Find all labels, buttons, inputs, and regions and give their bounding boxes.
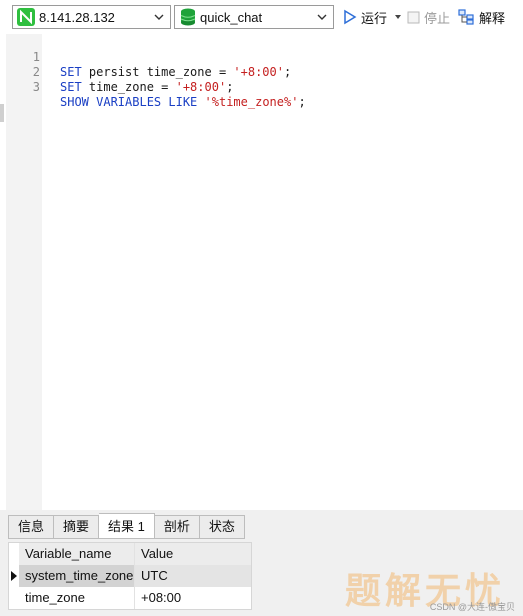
stop-button[interactable]: 停止: [407, 7, 450, 27]
result-grid: Variable_name Value system_time_zone UTC…: [8, 542, 252, 610]
explain-label: 解释: [479, 10, 506, 26]
chevron-down-icon: [154, 14, 164, 20]
tab-summary[interactable]: 摘要: [54, 515, 100, 539]
caret-down-icon[interactable]: [393, 12, 403, 22]
row-header[interactable]: [9, 564, 19, 587]
sql-editor[interactable]: 1 SET persist time_zone = '+8:00'; 2 SET…: [6, 34, 523, 510]
stop-label: 停止: [424, 10, 451, 26]
table-header: Variable_name Value: [9, 542, 251, 565]
row-header: [9, 542, 19, 565]
code-line: 2 SET time_zone = '+8:00';: [6, 50, 234, 94]
table-cell[interactable]: system_time_zone: [19, 564, 135, 587]
splitter-handle[interactable]: [0, 104, 4, 122]
chevron-down-icon: [317, 14, 327, 20]
tab-status[interactable]: 状态: [199, 515, 245, 539]
stop-icon: [407, 11, 420, 23]
play-icon: [344, 9, 357, 25]
connection-value: 8.141.28.132: [39, 9, 115, 25]
toolbar: 8.141.28.132 quick_chat 运行 停止 解释: [0, 0, 523, 34]
tab-result-1[interactable]: 结果 1: [99, 513, 155, 539]
explain-icon: [458, 9, 474, 25]
credit-text: CSDN @大连-傲宝贝: [429, 602, 515, 612]
row-header[interactable]: [9, 587, 19, 609]
table-cell[interactable]: UTC: [135, 564, 251, 587]
tab-profile[interactable]: 剖析: [154, 515, 200, 539]
tab-info[interactable]: 信息: [8, 515, 55, 539]
current-row-pointer-icon: [11, 570, 17, 581]
column-header[interactable]: Value: [135, 542, 251, 565]
run-button[interactable]: 运行: [343, 7, 403, 27]
table-cell[interactable]: +08:00: [135, 587, 251, 609]
result-tabs: 信息 摘要 结果 1 剖析 状态: [8, 513, 245, 539]
code-line: 3 SHOW VARIABLES LIKE '%time_zone%';: [6, 65, 306, 109]
line-number: 3: [32, 80, 40, 94]
code-line: 1 SET persist time_zone = '+8:00';: [6, 35, 291, 79]
table-cell[interactable]: time_zone: [19, 587, 135, 609]
database-select[interactable]: quick_chat: [174, 5, 334, 29]
table-row[interactable]: system_time_zone UTC: [9, 564, 251, 587]
connection-select[interactable]: 8.141.28.132: [12, 5, 171, 29]
table-row[interactable]: time_zone +08:00: [9, 587, 251, 609]
database-value: quick_chat: [200, 9, 263, 25]
connection-icon: [17, 8, 35, 26]
explain-button[interactable]: 解释: [458, 7, 505, 27]
column-header[interactable]: Variable_name: [19, 542, 135, 565]
run-label: 运行: [361, 10, 388, 26]
database-icon: [180, 8, 196, 26]
